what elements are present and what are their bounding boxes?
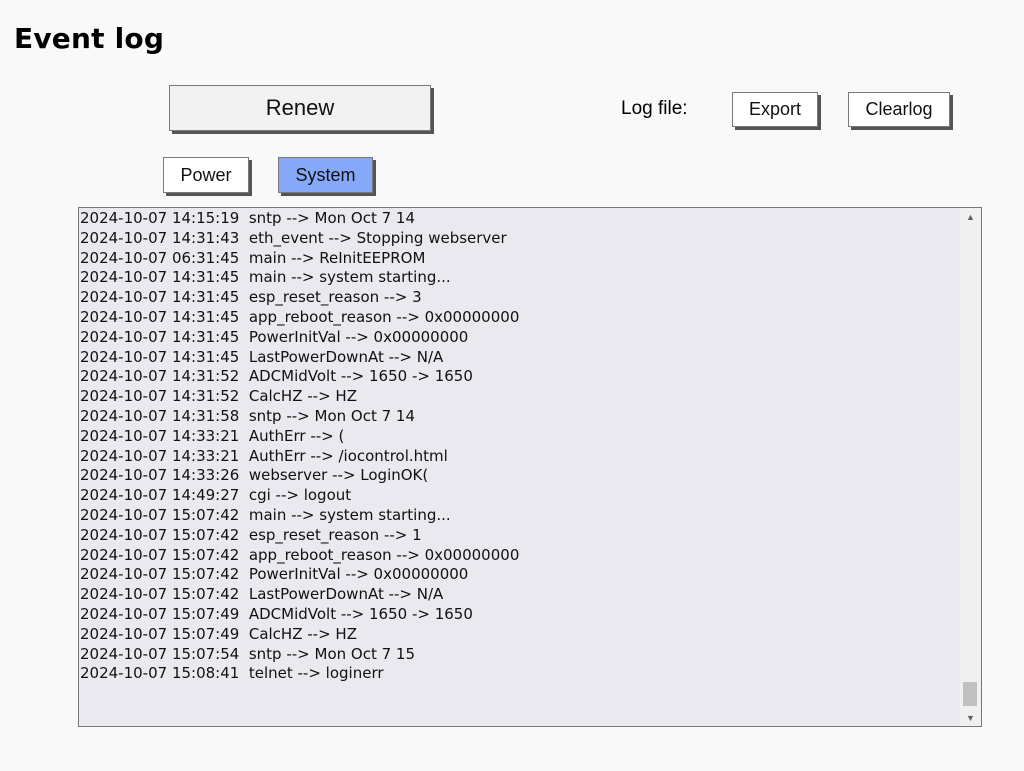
log-line: 2024-10-07 06:31:45 main --> ReInitEEPRO… [80, 248, 426, 267]
scroll-up-arrow-icon[interactable]: ▲ [960, 208, 981, 225]
log-line: 2024-10-07 15:07:42 app_reboot_reason --… [80, 545, 520, 564]
log-line: 2024-10-07 15:07:42 LastPowerDownAt --> … [80, 585, 444, 604]
page-title: Event log [14, 22, 165, 55]
log-line: 2024-10-07 14:31:45 PowerInitVal --> 0x0… [80, 327, 469, 346]
log-file-label: Log file: [621, 98, 688, 119]
event-log-lines: 2024-10-07 14:15:19 sntp --> Mon Oct 7 1… [80, 209, 960, 725]
log-line: 2024-10-07 15:07:42 main --> system star… [80, 505, 451, 524]
log-line: 2024-10-07 14:49:27 cgi --> logout [80, 486, 352, 505]
export-button[interactable]: Export [732, 92, 818, 127]
log-line: 2024-10-07 14:33:21 AuthErr --> ( [80, 426, 345, 445]
tab-power[interactable]: Power [163, 157, 249, 193]
tab-system[interactable]: System [278, 157, 373, 193]
log-line: 2024-10-07 14:31:52 CalcHZ --> HZ [80, 387, 357, 406]
log-line: 2024-10-07 14:31:45 main --> system star… [80, 268, 451, 287]
log-line: 2024-10-07 14:31:43 eth_event --> Stoppi… [80, 228, 507, 247]
log-line: 2024-10-07 14:31:52 ADCMidVolt --> 1650 … [80, 367, 473, 386]
log-line: 2024-10-07 14:33:26 webserver --> LoginO… [80, 466, 429, 485]
log-line: 2024-10-07 15:07:54 sntp --> Mon Oct 7 1… [80, 644, 415, 663]
log-line: 2024-10-07 14:31:45 app_reboot_reason --… [80, 307, 520, 326]
log-line: 2024-10-07 14:33:21 AuthErr --> /iocontr… [80, 446, 448, 465]
log-line: 2024-10-07 15:07:49 ADCMidVolt --> 1650 … [80, 604, 473, 623]
scroll-down-arrow-icon[interactable]: ▼ [960, 709, 981, 726]
clearlog-button[interactable]: Clearlog [848, 92, 950, 127]
log-line: 2024-10-07 14:15:19 sntp --> Mon Oct 7 1… [80, 209, 415, 227]
log-line: 2024-10-07 15:07:42 esp_reset_reason -->… [80, 525, 422, 544]
log-line: 2024-10-07 15:07:42 PowerInitVal --> 0x0… [80, 565, 469, 584]
log-line: 2024-10-07 15:08:41 telnet --> loginerr [80, 664, 384, 683]
renew-button[interactable]: Renew [169, 85, 431, 131]
log-line: 2024-10-07 14:31:58 sntp --> Mon Oct 7 1… [80, 406, 415, 425]
log-scrollbar[interactable]: ▲ ▼ [960, 208, 981, 726]
log-line: 2024-10-07 15:07:49 CalcHZ --> HZ [80, 624, 357, 643]
log-line: 2024-10-07 14:31:45 LastPowerDownAt --> … [80, 347, 444, 366]
log-line: 2024-10-07 14:31:45 esp_reset_reason -->… [80, 288, 422, 307]
scrollbar-thumb[interactable] [963, 682, 977, 706]
event-log-textarea[interactable]: 2024-10-07 14:15:19 sntp --> Mon Oct 7 1… [78, 207, 982, 727]
